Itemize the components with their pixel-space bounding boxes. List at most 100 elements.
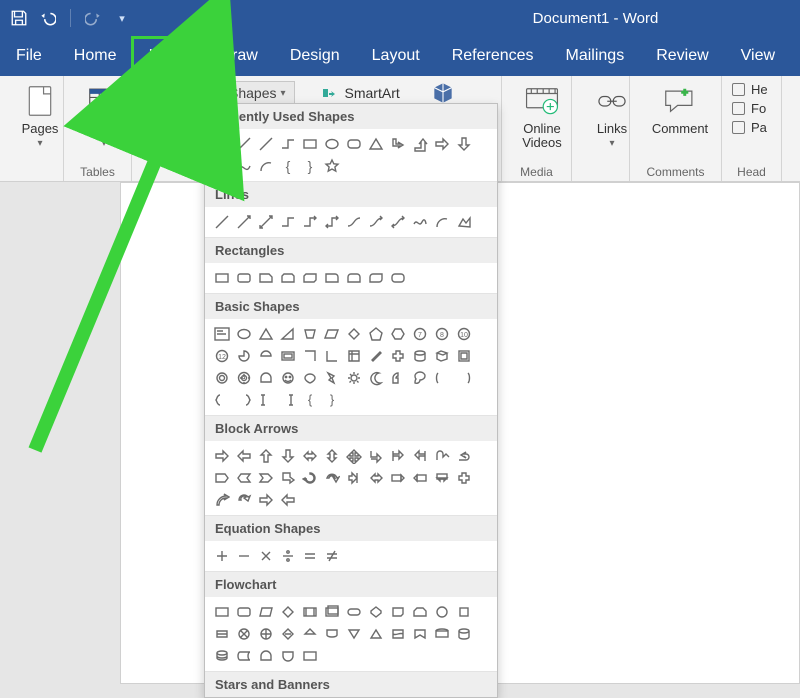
shape-round-single[interactable] [323, 269, 341, 287]
shape-arc[interactable] [257, 157, 275, 175]
shape-not-equal[interactable] [323, 547, 341, 565]
shape-item[interactable] [389, 625, 407, 643]
shape-item[interactable] [279, 347, 297, 365]
shape-round-diag[interactable] [367, 269, 385, 287]
table-button[interactable]: Table [74, 80, 134, 149]
tab-insert[interactable]: Insert [132, 37, 204, 75]
shape-item[interactable] [367, 603, 385, 621]
shape-item[interactable] [367, 469, 385, 487]
shape-curve[interactable] [235, 157, 253, 175]
shape-item[interactable] [389, 347, 407, 365]
online-videos-button[interactable]: Online Videos [512, 80, 572, 151]
shape-line-double-arrow[interactable] [257, 213, 275, 231]
shape-item[interactable] [279, 625, 297, 643]
shape-item[interactable] [257, 491, 275, 509]
shape-item[interactable] [433, 625, 451, 643]
qat-customize-icon[interactable]: ▾ [113, 9, 131, 27]
shape-item[interactable] [323, 625, 341, 643]
shape-item[interactable] [257, 391, 275, 409]
shape-rounded-rect[interactable] [235, 269, 253, 287]
shape-item[interactable] [455, 603, 473, 621]
shape-item[interactable] [235, 491, 253, 509]
shape-round-rect2[interactable] [389, 269, 407, 287]
shape-item[interactable] [345, 347, 363, 365]
shape-plus[interactable] [213, 547, 231, 565]
shape-item[interactable] [235, 325, 253, 343]
shape-snip-same[interactable] [279, 269, 297, 287]
shape-item[interactable] [235, 391, 253, 409]
tab-view[interactable]: View [725, 36, 791, 76]
shape-item[interactable]: 12 [213, 347, 231, 365]
shape-rounded-rect[interactable] [345, 135, 363, 153]
shape-item[interactable]: 10 [455, 325, 473, 343]
shape-item[interactable] [213, 369, 231, 387]
shape-item[interactable] [433, 469, 451, 487]
shape-item[interactable] [279, 603, 297, 621]
shape-multiply[interactable] [257, 547, 275, 565]
shape-item[interactable] [345, 469, 363, 487]
shape-item[interactable] [323, 447, 341, 465]
shape-item[interactable] [345, 603, 363, 621]
shape-item[interactable] [389, 325, 407, 343]
tab-review[interactable]: Review [640, 36, 724, 76]
shape-line[interactable] [213, 213, 231, 231]
tab-home[interactable]: Home [58, 36, 133, 76]
tab-file[interactable]: File [0, 36, 58, 76]
shape-item[interactable] [411, 369, 429, 387]
shape-snip-diag[interactable] [301, 269, 319, 287]
shape-item[interactable] [213, 603, 231, 621]
shape-item[interactable] [345, 325, 363, 343]
tab-mailings[interactable]: Mailings [550, 36, 641, 76]
shape-item[interactable] [367, 369, 385, 387]
shape-item[interactable] [279, 369, 297, 387]
shape-item[interactable] [235, 469, 253, 487]
shape-item[interactable] [235, 603, 253, 621]
tab-design[interactable]: Design [274, 36, 356, 76]
shape-item[interactable] [389, 369, 407, 387]
shape-item[interactable] [389, 447, 407, 465]
shape-item[interactable] [301, 347, 319, 365]
footer-button[interactable]: Fo [732, 101, 771, 116]
shape-elbow-arrow[interactable] [301, 213, 319, 231]
shape-item[interactable] [411, 447, 429, 465]
shape-item[interactable] [213, 469, 231, 487]
shape-item[interactable] [279, 469, 297, 487]
tab-layout[interactable]: Layout [356, 36, 436, 76]
shape-right-brace[interactable]: } [301, 157, 319, 175]
undo-icon[interactable] [38, 9, 56, 27]
shape-item[interactable] [367, 347, 385, 365]
shape-item[interactable] [323, 603, 341, 621]
shape-textbox[interactable] [213, 135, 231, 153]
shape-item[interactable] [213, 325, 231, 343]
tab-draw[interactable]: Draw [204, 36, 273, 76]
shape-item[interactable] [455, 469, 473, 487]
shape-elbow[interactable] [279, 213, 297, 231]
shape-item[interactable] [257, 369, 275, 387]
shape-item[interactable] [411, 625, 429, 643]
shape-item[interactable] [213, 647, 231, 665]
shape-item[interactable] [257, 647, 275, 665]
shape-item[interactable] [279, 325, 297, 343]
shape-elbow-double[interactable] [323, 213, 341, 231]
shape-item[interactable] [323, 325, 341, 343]
comment-button[interactable]: Comment [640, 80, 720, 136]
shape-bent-arrow[interactable] [411, 135, 429, 153]
shape-l-arrow[interactable] [389, 135, 407, 153]
shape-rect[interactable] [213, 269, 231, 287]
shape-item[interactable] [411, 603, 429, 621]
shape-freeform[interactable] [455, 213, 473, 231]
shape-item[interactable]: 7 [411, 325, 429, 343]
shape-divide[interactable] [279, 547, 297, 565]
shape-item[interactable] [411, 347, 429, 365]
shape-item[interactable] [301, 603, 319, 621]
shape-item[interactable] [323, 469, 341, 487]
shape-item[interactable] [455, 347, 473, 365]
shape-item[interactable] [455, 447, 473, 465]
shape-item[interactable] [301, 469, 319, 487]
shape-item[interactable] [323, 369, 341, 387]
pages-button[interactable]: Pages [10, 80, 70, 149]
shape-item[interactable] [279, 647, 297, 665]
shape-item[interactable] [389, 469, 407, 487]
shape-item[interactable] [279, 391, 297, 409]
shape-connector[interactable] [279, 135, 297, 153]
